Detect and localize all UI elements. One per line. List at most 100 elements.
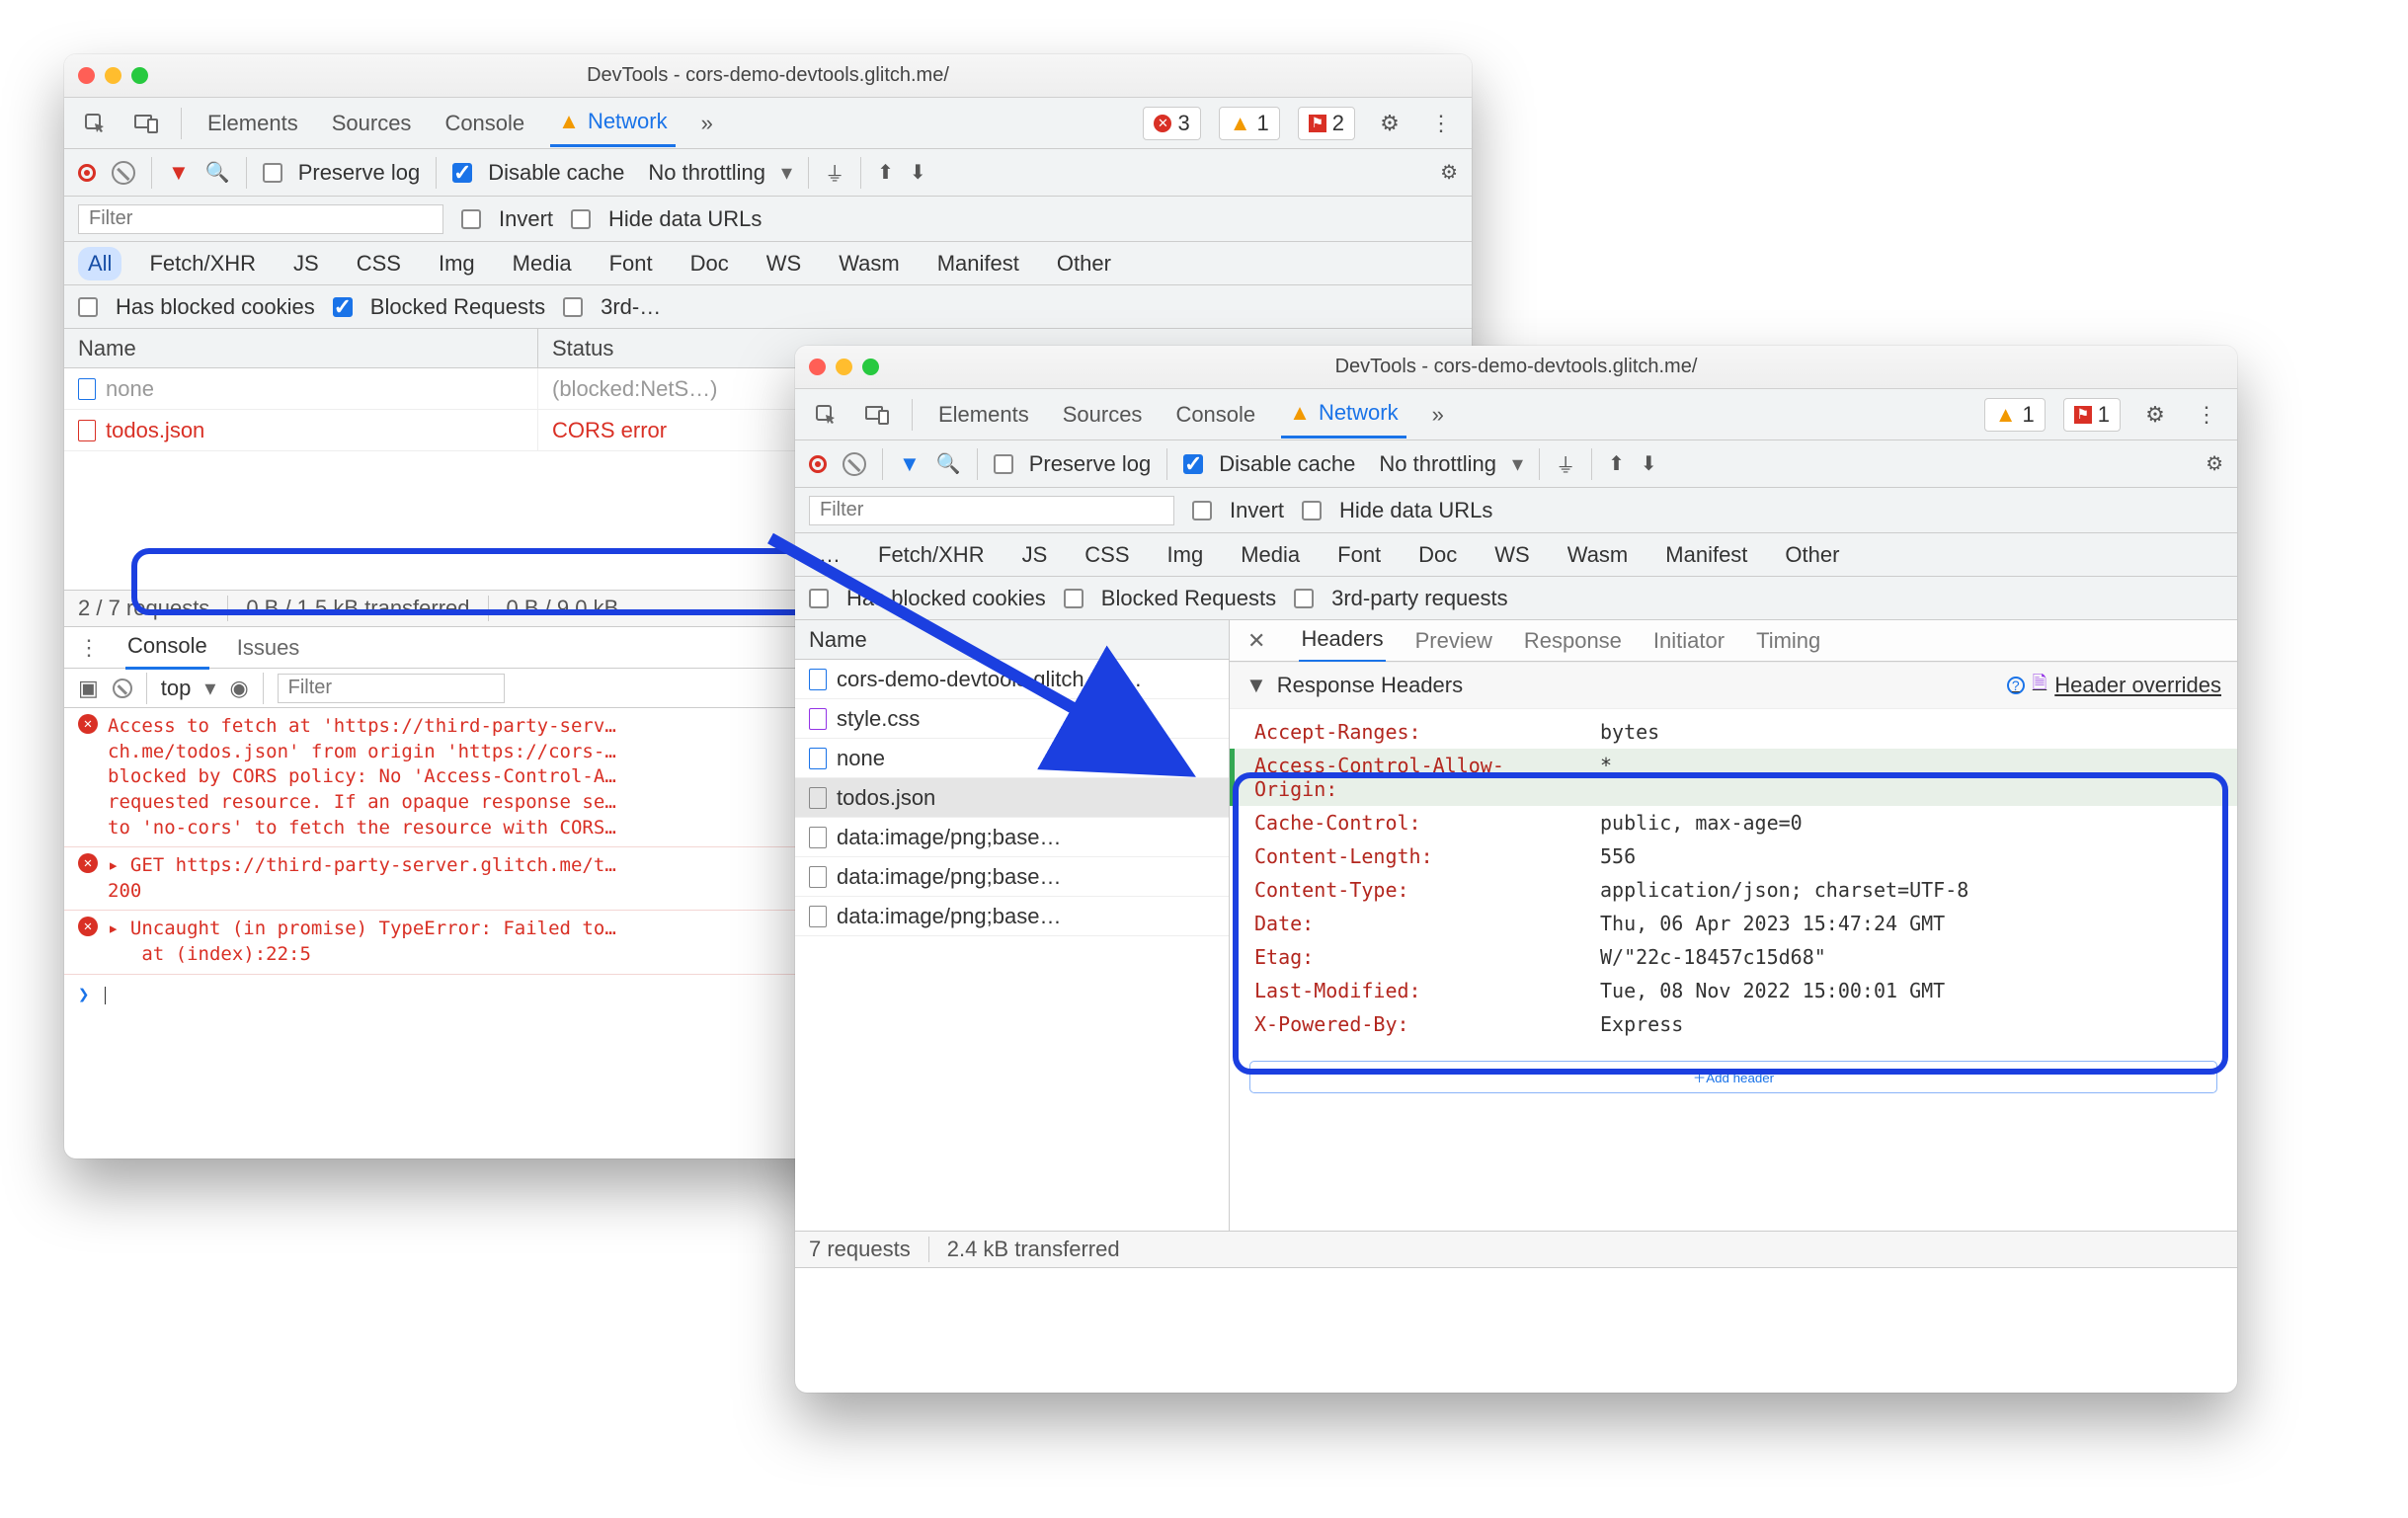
- disclosure-triangle-icon[interactable]: ▼: [1245, 673, 1267, 698]
- hide-data-urls-checkbox[interactable]: [571, 209, 591, 229]
- header-row[interactable]: Last-Modified:Tue, 08 Nov 2022 15:00:01 …: [1230, 974, 2237, 1007]
- type-font[interactable]: Font: [1327, 538, 1391, 572]
- type-fetchxhr[interactable]: Fetch/XHR: [868, 538, 995, 572]
- drawer-tab-console[interactable]: Console: [125, 625, 209, 670]
- tab-console[interactable]: Console: [437, 101, 532, 146]
- type-ws[interactable]: WS: [1485, 538, 1539, 572]
- issues-badge[interactable]: ⚑2: [1298, 107, 1355, 140]
- type-js[interactable]: JS: [1012, 538, 1058, 572]
- clear-icon[interactable]: [112, 161, 135, 185]
- response-headers-section[interactable]: ▼ Response Headers ? 🗎 Header overrides: [1230, 662, 2237, 709]
- filter-input[interactable]: Filter: [78, 204, 443, 234]
- type-doc[interactable]: Doc: [1408, 538, 1467, 572]
- device-toggle-icon[interactable]: [860, 398, 894, 432]
- list-item[interactable]: data:image/png;base…: [795, 857, 1229, 897]
- gear-icon[interactable]: ⚙: [2138, 398, 2172, 432]
- tab-headers[interactable]: Headers: [1299, 618, 1385, 663]
- context-selector[interactable]: top: [161, 676, 192, 701]
- blocked-cookies-checkbox[interactable]: [78, 297, 98, 317]
- chevron-down-icon[interactable]: ▾: [1512, 451, 1523, 477]
- tab-network[interactable]: ▲Network: [550, 99, 675, 147]
- download-har-icon[interactable]: ⬇: [1641, 451, 1657, 476]
- header-row[interactable]: Cache-Control:public, max-age=0: [1230, 806, 2237, 839]
- upload-har-icon[interactable]: ⬆: [1608, 451, 1625, 476]
- add-header-button[interactable]: ＋Add header: [1249, 1061, 2217, 1093]
- invert-checkbox[interactable]: [1192, 501, 1212, 520]
- record-icon[interactable]: [78, 164, 96, 182]
- list-item-selected[interactable]: todos.json: [795, 778, 1229, 818]
- type-img[interactable]: Img: [1158, 538, 1214, 572]
- issues-badge[interactable]: ⚑1: [2063, 398, 2121, 432]
- hide-data-urls-checkbox[interactable]: [1302, 501, 1322, 520]
- clear-console-icon[interactable]: [113, 679, 132, 698]
- record-icon[interactable]: [809, 455, 827, 473]
- download-har-icon[interactable]: ⬇: [910, 160, 926, 185]
- kebab-menu-icon[interactable]: ⋮: [2190, 398, 2223, 432]
- type-js[interactable]: JS: [283, 247, 329, 280]
- header-row[interactable]: X-Powered-By:Express: [1230, 1007, 2237, 1041]
- type-media[interactable]: Media: [1231, 538, 1310, 572]
- console-filter-input[interactable]: Filter: [278, 674, 505, 703]
- header-row[interactable]: Etag:W/"22c-18457c15d68": [1230, 940, 2237, 974]
- type-manifest[interactable]: Manifest: [927, 247, 1029, 280]
- gear-icon[interactable]: ⚙: [1373, 107, 1406, 140]
- close-icon[interactable]: ✕: [1247, 628, 1265, 654]
- disable-cache-checkbox[interactable]: ✓: [452, 163, 472, 183]
- header-row[interactable]: Date:Thu, 06 Apr 2023 15:47:24 GMT: [1230, 907, 2237, 940]
- type-manifest[interactable]: Manifest: [1655, 538, 1757, 572]
- type-doc[interactable]: Doc: [681, 247, 739, 280]
- type-css[interactable]: CSS: [1075, 538, 1139, 572]
- wifi-icon[interactable]: ⏚: [825, 158, 844, 187]
- column-name[interactable]: Name: [64, 329, 538, 367]
- header-row-edited[interactable]: Access-Control-Allow-Origin:*: [1230, 749, 2237, 806]
- type-fetchxhr[interactable]: Fetch/XHR: [139, 247, 266, 280]
- blocked-requests-checkbox[interactable]: [1064, 589, 1084, 608]
- inspect-icon[interactable]: [78, 107, 112, 140]
- type-other[interactable]: Other: [1775, 538, 1849, 572]
- header-row[interactable]: Content-Length:556: [1230, 839, 2237, 873]
- tabs-overflow[interactable]: »: [1424, 392, 1452, 438]
- type-css[interactable]: CSS: [347, 247, 411, 280]
- filter-input[interactable]: Filter: [809, 496, 1174, 525]
- disable-cache-checkbox[interactable]: ✓: [1183, 454, 1203, 474]
- type-img[interactable]: Img: [429, 247, 485, 280]
- tab-console[interactable]: Console: [1167, 392, 1263, 438]
- preserve-log-checkbox[interactable]: [263, 163, 282, 183]
- type-wasm[interactable]: Wasm: [1558, 538, 1639, 572]
- kebab-menu-icon[interactable]: ⋮: [1424, 107, 1458, 140]
- tab-elements[interactable]: Elements: [930, 392, 1037, 438]
- chevron-down-icon[interactable]: ▾: [781, 160, 792, 186]
- chevron-down-icon[interactable]: ▾: [204, 676, 215, 701]
- type-ws[interactable]: WS: [757, 247, 811, 280]
- search-icon[interactable]: 🔍: [936, 451, 961, 476]
- tab-preview[interactable]: Preview: [1413, 620, 1494, 662]
- filter-toggle-icon[interactable]: ▼: [899, 451, 921, 477]
- clear-icon[interactable]: [843, 452, 866, 476]
- invert-checkbox[interactable]: [461, 209, 481, 229]
- sidebar-toggle-icon[interactable]: ▣: [78, 676, 99, 701]
- blocked-cookies-checkbox[interactable]: [809, 589, 829, 608]
- type-font[interactable]: Font: [600, 247, 663, 280]
- list-item[interactable]: style.css: [795, 699, 1229, 739]
- tab-sources[interactable]: Sources: [1055, 392, 1151, 438]
- list-item[interactable]: none: [795, 739, 1229, 778]
- upload-har-icon[interactable]: ⬆: [877, 160, 894, 185]
- tab-response[interactable]: Response: [1522, 620, 1624, 662]
- type-overflow[interactable]: …: [809, 538, 850, 572]
- drawer-tab-issues[interactable]: Issues: [235, 627, 302, 669]
- wifi-icon[interactable]: ⏚: [1556, 449, 1575, 478]
- header-row[interactable]: Accept-Ranges:bytes: [1230, 715, 2237, 749]
- tab-initiator[interactable]: Initiator: [1651, 620, 1726, 662]
- list-item[interactable]: cors-demo-devtools.glitch.me…: [795, 660, 1229, 699]
- header-row[interactable]: Content-Type:application/json; charset=U…: [1230, 873, 2237, 907]
- tabs-overflow[interactable]: »: [693, 101, 721, 146]
- type-media[interactable]: Media: [503, 247, 582, 280]
- network-settings-icon[interactable]: ⚙: [2206, 451, 2223, 476]
- list-item[interactable]: data:image/png;base…: [795, 897, 1229, 936]
- type-all[interactable]: All: [78, 247, 121, 280]
- blocked-requests-checkbox[interactable]: ✓: [333, 297, 353, 317]
- live-expression-icon[interactable]: ◉: [229, 676, 248, 701]
- network-settings-icon[interactable]: ⚙: [1440, 160, 1458, 185]
- preserve-log-checkbox[interactable]: [994, 454, 1013, 474]
- error-badge[interactable]: ✕3: [1143, 107, 1200, 140]
